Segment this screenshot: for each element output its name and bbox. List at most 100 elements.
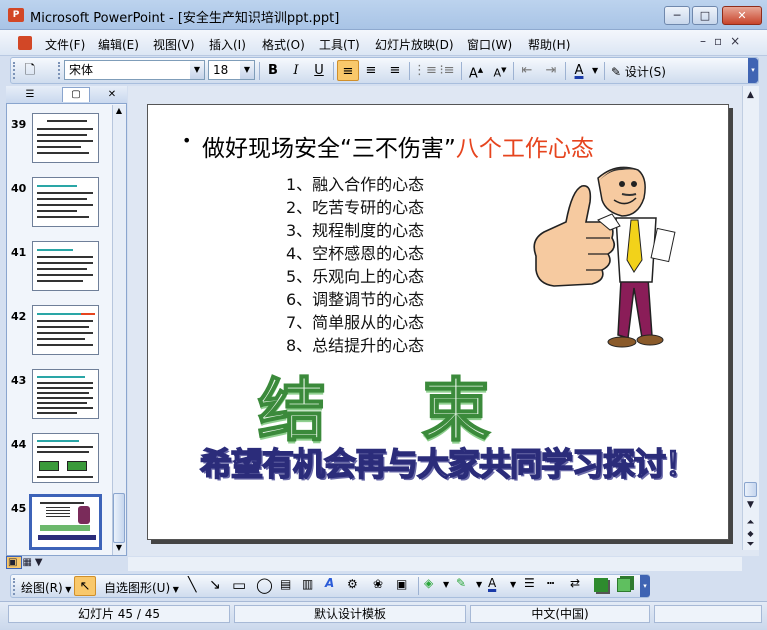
toolbar-options-button[interactable]: ▾ (748, 58, 758, 83)
list-item[interactable]: 4、空杯感恩的心态 (286, 240, 424, 264)
slide-title[interactable]: 做好现场安全“三不伤害”八个工作心态 (202, 129, 594, 163)
textbox-tool-icon[interactable]: ▤ (280, 577, 291, 591)
slide-thumbnail[interactable] (32, 177, 99, 227)
menu-insert[interactable]: 插入(I) (209, 36, 246, 53)
menu-help[interactable]: 帮助(H) (528, 36, 570, 53)
slide-options-icon[interactable]: ◆ (743, 528, 758, 539)
line-tool-icon[interactable]: ╲ (188, 577, 196, 593)
arrow-tool-icon[interactable]: ↘ (209, 577, 221, 593)
chevron-down-icon[interactable]: ▼ (592, 66, 598, 75)
slide-show-view-icon[interactable]: ▼ (35, 557, 46, 568)
chevron-down-icon[interactable]: ▼ (510, 580, 516, 589)
horizontal-scrollbar-area[interactable] (128, 557, 742, 571)
font-name-combo[interactable]: 宋体 ▼ (64, 60, 205, 80)
scroll-up-arrow-icon[interactable]: ▲ (744, 88, 757, 103)
font-size-combo[interactable]: 18 ▼ (208, 60, 255, 80)
document-icon[interactable] (18, 36, 32, 50)
chevron-down-icon[interactable]: ▼ (190, 61, 204, 79)
normal-view-icon[interactable]: ▣ (6, 556, 23, 569)
slide-thumbnail[interactable] (32, 113, 99, 163)
line-color-icon[interactable]: ✎ (456, 576, 466, 590)
bold-button[interactable]: B (262, 60, 284, 81)
slide-thumbnail[interactable] (32, 433, 99, 483)
slide-thumbnail-selected[interactable] (29, 494, 102, 550)
powerpoint-app-icon[interactable]: P (8, 8, 24, 22)
vertical-textbox-icon[interactable]: ▥ (302, 577, 313, 591)
clipart-icon[interactable]: ❀ (373, 577, 383, 591)
draw-menu-button[interactable]: 绘图(R) ▼ (21, 579, 71, 596)
increase-indent-icon[interactable]: ⇥ (540, 60, 562, 81)
chevron-down-icon[interactable]: ▼ (443, 580, 449, 589)
toolbar-grip-handle[interactable] (13, 578, 16, 595)
scroll-down-arrow-icon[interactable]: ▼ (113, 543, 125, 552)
list-item[interactable]: 2、吃苦专研的心态 (286, 194, 424, 218)
dash-style-icon[interactable]: ┅ (547, 576, 554, 590)
next-slide-icon[interactable]: ⏷ (743, 539, 758, 550)
outline-tab[interactable]: ☰ (16, 88, 44, 103)
slide-thumbnail[interactable] (32, 241, 99, 291)
menu-format[interactable]: 格式(O) (262, 36, 305, 53)
slide-thumbnail[interactable] (32, 369, 99, 419)
oval-tool-icon[interactable]: ◯ (256, 576, 273, 594)
vertical-scroll-thumb[interactable] (744, 482, 757, 497)
closing-message-wordart[interactable]: 希望有机会再与大家共同学习探讨！ (199, 439, 698, 485)
design-template-status[interactable]: 默认设计模板 (234, 605, 466, 623)
thumbnail-scrollbar[interactable] (112, 105, 126, 555)
scroll-down-arrow-icon[interactable]: ▼ (744, 498, 757, 513)
close-button[interactable]: ✕ (722, 6, 762, 25)
align-right-icon[interactable]: ≡ (384, 60, 406, 81)
slide-vertical-scrollbar[interactable] (742, 86, 759, 550)
slides-tab[interactable]: ▢ (62, 87, 90, 102)
numbering-icon[interactable]: ⋮≡ (413, 60, 437, 81)
menu-view[interactable]: 视图(V) (153, 36, 195, 53)
decrease-font-size-icon[interactable]: A▼ (489, 60, 511, 81)
menu-slideshow[interactable]: 幻灯片放映(D) (375, 36, 454, 53)
shadow-style-icon[interactable] (594, 578, 608, 592)
menu-tools[interactable]: 工具(T) (319, 36, 360, 53)
wordart-icon[interactable]: A (325, 576, 334, 590)
list-item[interactable]: 8、总结提升的心态 (286, 332, 424, 356)
slide-sorter-view-icon[interactable]: ▦ (22, 557, 34, 568)
current-slide[interactable]: • 做好现场安全“三不伤害”八个工作心态 1、融入合作的心态 2、吃苦专研的心态… (147, 104, 729, 540)
document-window-controls[interactable]: –▫× (700, 34, 748, 48)
list-item[interactable]: 1、融入合作的心态 (286, 171, 424, 195)
increase-font-size-icon[interactable]: A▲ (465, 60, 487, 81)
3d-style-icon[interactable] (617, 578, 631, 592)
list-item[interactable]: 6、调整调节的心态 (286, 286, 424, 310)
select-objects-icon[interactable]: ↖ (74, 576, 96, 596)
thumbs-up-man-clipart[interactable] (526, 160, 681, 360)
toolbar-grip-handle[interactable] (58, 62, 61, 79)
line-style-icon[interactable]: ☰ (524, 576, 535, 590)
close-pane-icon[interactable]: ✕ (102, 88, 122, 103)
autoshapes-menu-button[interactable]: 自选图形(U) ▼ (104, 579, 179, 596)
scroll-up-arrow-icon[interactable]: ▲ (113, 106, 125, 115)
toolbar-options-button[interactable]: ▾ (640, 575, 650, 597)
decrease-indent-icon[interactable]: ⇤ (516, 60, 538, 81)
previous-slide-icon[interactable]: ⏶ (743, 517, 758, 528)
chevron-down-icon[interactable]: ▼ (476, 580, 482, 589)
arrow-style-icon[interactable]: ⇄ (570, 576, 580, 590)
language-status[interactable]: 中文(中国) (470, 605, 650, 623)
font-color-button[interactable]: A (568, 60, 590, 81)
minimize-button[interactable]: ─ (664, 6, 690, 25)
chevron-down-icon[interactable]: ▼ (240, 61, 254, 79)
menu-window[interactable]: 窗口(W) (467, 36, 512, 53)
italic-button[interactable]: I (285, 60, 307, 81)
toolbar-grip-handle[interactable] (13, 62, 16, 79)
menu-file[interactable]: 文件(F) (45, 36, 85, 53)
menu-edit[interactable]: 编辑(E) (98, 36, 139, 53)
list-item[interactable]: 7、简单服从的心态 (286, 309, 424, 333)
underline-button[interactable]: U (308, 60, 330, 81)
rectangle-tool-icon[interactable]: ▭ (232, 576, 246, 594)
bullets-icon[interactable]: ⁝≡ (436, 60, 458, 81)
diagram-icon[interactable]: ⚙ (347, 577, 358, 591)
list-item[interactable]: 3、规程制度的心态 (286, 217, 424, 241)
font-color-draw-icon[interactable]: A (488, 576, 496, 590)
list-item[interactable]: 5、乐观向上的心态 (286, 263, 424, 287)
slide-thumbnail[interactable] (32, 305, 99, 355)
align-center-icon[interactable]: ≡ (360, 60, 382, 81)
thumbnail-scroll-thumb[interactable] (113, 493, 125, 543)
fill-color-icon[interactable]: ◈ (424, 576, 433, 590)
maximize-button[interactable]: □ (692, 6, 718, 25)
new-document-icon[interactable]: 🗋 (19, 60, 41, 81)
